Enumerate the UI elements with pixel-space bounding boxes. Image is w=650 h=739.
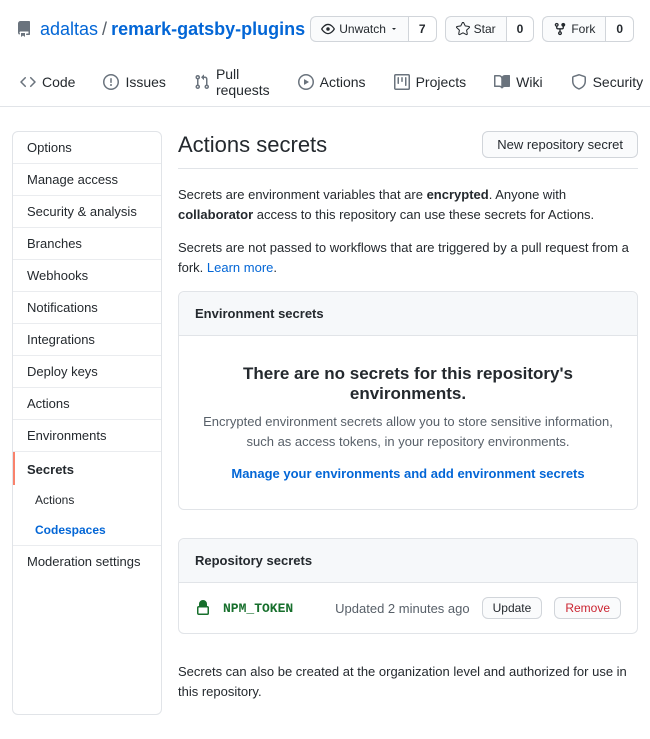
page-head: Actions secrets New repository secret <box>178 131 638 169</box>
tab-code-label: Code <box>42 74 75 90</box>
repo-sep: / <box>102 19 107 40</box>
update-button[interactable]: Update <box>482 597 543 619</box>
sidebar-item-security[interactable]: Security & analysis <box>13 196 161 228</box>
sidebar-item-secrets-codespaces[interactable]: Codespaces <box>13 515 161 545</box>
repo-header: adaltas / remark-gatsby-plugins Unwatch … <box>0 0 650 42</box>
sidebar-item-secrets[interactable]: Secrets <box>13 452 161 485</box>
repo-secrets-header: Repository secrets <box>179 539 637 583</box>
repo-name: adaltas / remark-gatsby-plugins <box>16 19 305 40</box>
fork-label: Fork <box>571 20 595 38</box>
sidebar-item-branches[interactable]: Branches <box>13 228 161 260</box>
shield-icon <box>571 74 587 90</box>
sidebar-item-access[interactable]: Manage access <box>13 164 161 196</box>
secret-updated: Updated 2 minutes ago <box>335 601 469 616</box>
repo-tabs: Code Issues Pull requests Actions Projec… <box>0 58 650 107</box>
repo-title-row: adaltas / remark-gatsby-plugins Unwatch … <box>16 16 634 42</box>
secret-row: NPM_TOKEN Updated 2 minutes ago Update R… <box>179 583 637 633</box>
env-secrets-header: Environment secrets <box>179 292 637 336</box>
star-label: Star <box>474 20 496 38</box>
page-title: Actions secrets <box>178 132 327 158</box>
tab-actions-label: Actions <box>320 74 366 90</box>
unwatch-button[interactable]: Unwatch <box>310 16 408 42</box>
learn-more-link[interactable]: Learn more <box>207 260 273 275</box>
sidebar-item-actions[interactable]: Actions <box>13 388 161 420</box>
repo-owner-link[interactable]: adaltas <box>40 19 98 40</box>
secret-name: NPM_TOKEN <box>223 601 293 616</box>
manage-env-link[interactable]: Manage your environments and add environ… <box>231 466 584 481</box>
sidebar-item-environments[interactable]: Environments <box>13 420 161 452</box>
tab-wiki-label: Wiki <box>516 74 542 90</box>
content: Actions secrets New repository secret Se… <box>178 131 638 715</box>
fork-icon <box>553 22 567 36</box>
env-secrets-body: There are no secrets for this repository… <box>179 336 637 509</box>
lock-icon <box>195 600 211 616</box>
code-icon <box>20 74 36 90</box>
sidebar-item-options[interactable]: Options <box>13 132 161 164</box>
sidebar-item-secrets-actions[interactable]: Actions <box>13 485 161 515</box>
env-empty-title: There are no secrets for this repository… <box>199 364 617 404</box>
tab-actions[interactable]: Actions <box>286 66 378 98</box>
tab-wiki[interactable]: Wiki <box>482 66 554 98</box>
repo-actions: Unwatch 7 Star 0 Fork 0 <box>310 16 634 42</box>
main: Options Manage access Security & analysi… <box>0 107 650 739</box>
sidebar: Options Manage access Security & analysi… <box>12 131 162 715</box>
desc-2: Secrets are not passed to workflows that… <box>178 238 638 277</box>
caret-down-icon <box>390 25 398 33</box>
tab-pulls-label: Pull requests <box>216 66 270 98</box>
sidebar-item-moderation[interactable]: Moderation settings <box>13 545 161 577</box>
env-empty-desc: Encrypted environment secrets allow you … <box>199 412 617 451</box>
sidebar-item-deploy[interactable]: Deploy keys <box>13 356 161 388</box>
repo-secrets-box: Repository secrets NPM_TOKEN Updated 2 m… <box>178 538 638 634</box>
eye-icon <box>321 22 335 36</box>
pull-icon <box>194 74 210 90</box>
tab-security[interactable]: Security <box>559 66 650 98</box>
issue-icon <box>103 74 119 90</box>
tab-issues[interactable]: Issues <box>91 66 177 98</box>
star-count[interactable]: 0 <box>506 16 535 42</box>
book-icon <box>494 74 510 90</box>
sidebar-item-notifications[interactable]: Notifications <box>13 292 161 324</box>
new-secret-button[interactable]: New repository secret <box>482 131 638 158</box>
repo-icon <box>16 21 32 37</box>
repo-name-link[interactable]: remark-gatsby-plugins <box>111 19 305 40</box>
star-icon <box>456 22 470 36</box>
footer-desc: Secrets can also be created at the organ… <box>178 662 638 701</box>
tab-projects-label: Projects <box>416 74 467 90</box>
watch-count[interactable]: 7 <box>408 16 437 42</box>
remove-button[interactable]: Remove <box>554 597 621 619</box>
sidebar-item-webhooks[interactable]: Webhooks <box>13 260 161 292</box>
star-button[interactable]: Star <box>445 16 506 42</box>
tab-pulls[interactable]: Pull requests <box>182 58 282 106</box>
play-icon <box>298 74 314 90</box>
sidebar-item-integrations[interactable]: Integrations <box>13 324 161 356</box>
project-icon <box>394 74 410 90</box>
tab-security-label: Security <box>593 74 644 90</box>
unwatch-label: Unwatch <box>339 20 386 38</box>
desc-1: Secrets are environment variables that a… <box>178 185 638 224</box>
tab-code[interactable]: Code <box>8 66 87 98</box>
tab-projects[interactable]: Projects <box>382 66 479 98</box>
env-secrets-box: Environment secrets There are no secrets… <box>178 291 638 510</box>
tab-issues-label: Issues <box>125 74 165 90</box>
fork-button[interactable]: Fork <box>542 16 605 42</box>
fork-count[interactable]: 0 <box>605 16 634 42</box>
